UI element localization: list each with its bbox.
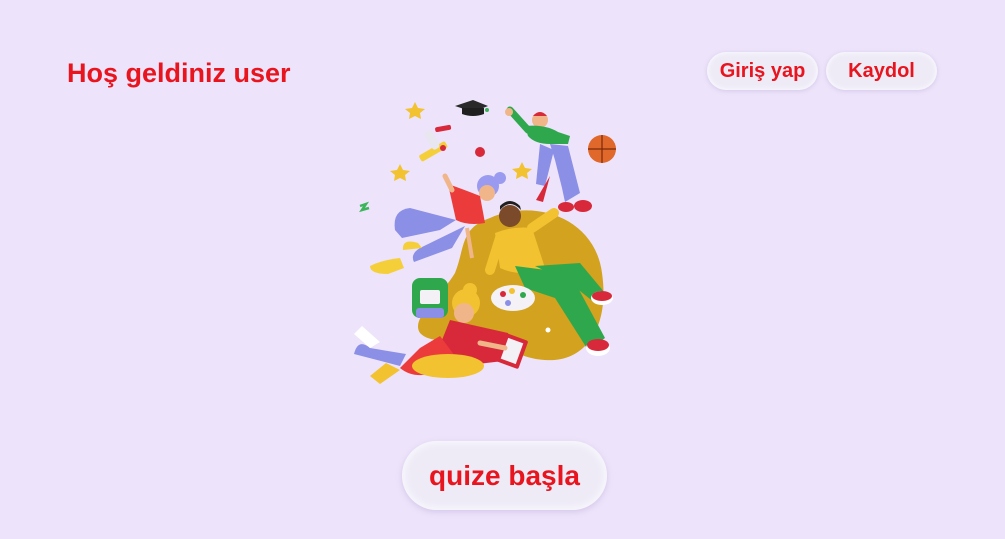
welcome-heading: Hoş geldiniz user xyxy=(67,58,291,88)
boy-basketball-figure xyxy=(505,106,616,212)
star-icon xyxy=(405,102,425,119)
students-illustration xyxy=(354,100,616,384)
register-button[interactable]: Kaydol xyxy=(826,52,937,90)
tomato-icon xyxy=(475,147,485,157)
start-quiz-button[interactable]: quize başla xyxy=(402,441,607,510)
login-button[interactable]: Giriş yap xyxy=(707,52,818,90)
backpack-icon xyxy=(412,278,448,318)
microscope-icon xyxy=(419,124,452,162)
palette-icon xyxy=(491,285,535,311)
